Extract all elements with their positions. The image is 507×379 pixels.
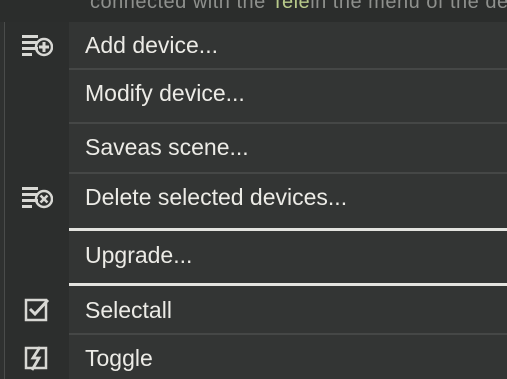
select-all-icon [5, 287, 69, 333]
menu-item-modify-device[interactable]: Modify device... [5, 70, 507, 116]
menu-item-label: Add device... [85, 31, 218, 58]
background-text-left: connected with the [90, 0, 272, 13]
menu-item-select-all[interactable]: Selectall [5, 287, 507, 333]
background-text-right: in the menu of the dev [310, 0, 507, 13]
menu-item-label: Selectall [85, 296, 172, 323]
menu-item-upgrade[interactable]: Upgrade... [5, 232, 507, 278]
menu-separator-bright [69, 283, 507, 286]
toggle-icon [5, 335, 69, 379]
add-device-icon [5, 22, 69, 68]
menu-item-icon-slot [5, 70, 69, 116]
menu-item-icon-slot [5, 124, 69, 170]
menu-item-label: Delete selected devices... [85, 183, 348, 210]
menu-item-label: Modify device... [85, 79, 245, 106]
context-menu: Add device... Modify device... Saveas sc… [4, 22, 507, 379]
menu-item-toggle[interactable]: Toggle [5, 335, 507, 379]
background-text-strip: connected with the Telein the menu of th… [0, 0, 507, 22]
menu-item-add-device[interactable]: Add device... [5, 22, 507, 68]
screenshot-stage: connected with the Telein the menu of th… [0, 0, 507, 379]
menu-item-label: Saveas scene... [85, 133, 249, 160]
menu-item-delete-selected-devices[interactable]: Delete selected devices... [5, 174, 507, 220]
background-text: connected with the Telein the menu of th… [90, 0, 507, 14]
background-text-highlight: Tele [271, 0, 311, 13]
menu-item-save-as-scene[interactable]: Saveas scene... [5, 124, 507, 170]
delete-devices-icon [5, 174, 69, 220]
menu-separator-bright [69, 228, 507, 231]
menu-item-label: Upgrade... [85, 241, 193, 268]
menu-item-label: Toggle [85, 344, 153, 371]
menu-item-icon-slot [5, 232, 69, 278]
